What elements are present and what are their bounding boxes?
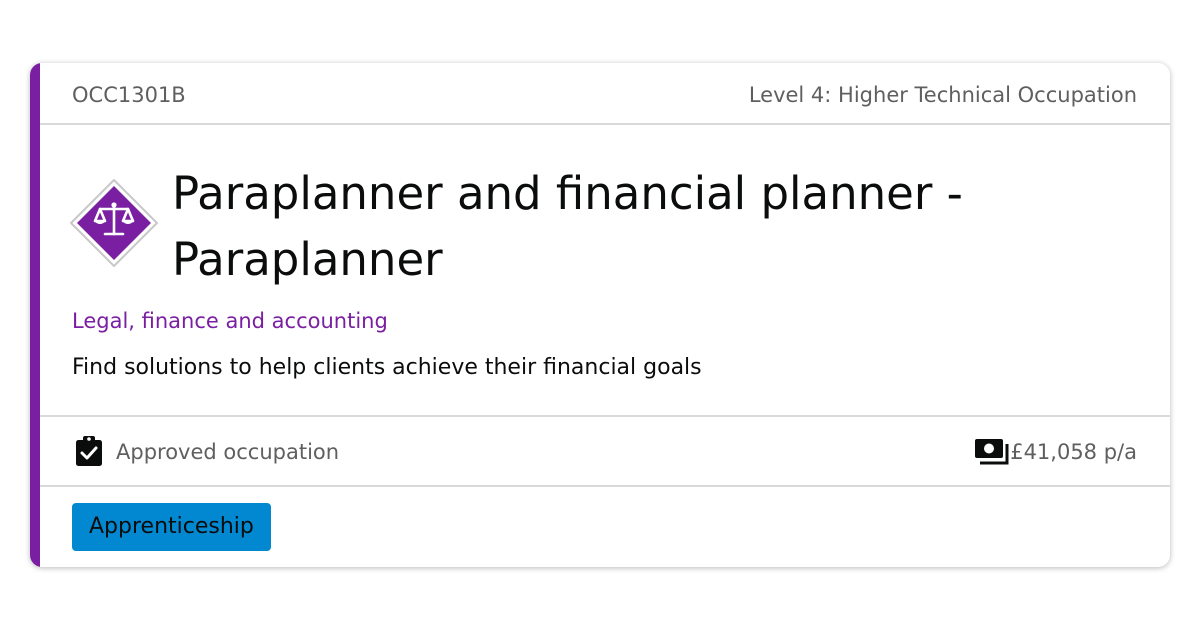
occupation-title[interactable]: Paraplanner and financial planner - Para… bbox=[172, 161, 1072, 293]
route-color-bar bbox=[30, 63, 40, 567]
scales-icon bbox=[70, 179, 158, 267]
average-salary: £41,058 p/a bbox=[1010, 440, 1137, 464]
occupation-code: OCC1301B bbox=[72, 83, 186, 107]
occupation-summary: Find solutions to help clients achieve t… bbox=[72, 355, 702, 380]
apprenticeship-badge: Apprenticeship bbox=[72, 503, 271, 551]
card-header: OCC1301B Level 4: Higher Technical Occup… bbox=[40, 63, 1170, 125]
route-name: Legal, finance and accounting bbox=[72, 309, 388, 333]
occupation-card[interactable]: OCC1301B Level 4: Higher Technical Occup… bbox=[30, 63, 1170, 567]
money-notes-icon bbox=[975, 439, 1009, 465]
meta-row: Approved occupation £41,058 p/a bbox=[40, 415, 1170, 487]
occupation-level: Level 4: Higher Technical Occupation bbox=[748, 83, 1137, 107]
clipboard-check-icon bbox=[76, 436, 102, 466]
occupation-title-line-2[interactable]: Paraplanner bbox=[172, 233, 443, 286]
approval-status: Approved occupation bbox=[116, 440, 340, 464]
occupation-title-line-1[interactable]: Paraplanner and financial planner - bbox=[172, 167, 963, 220]
